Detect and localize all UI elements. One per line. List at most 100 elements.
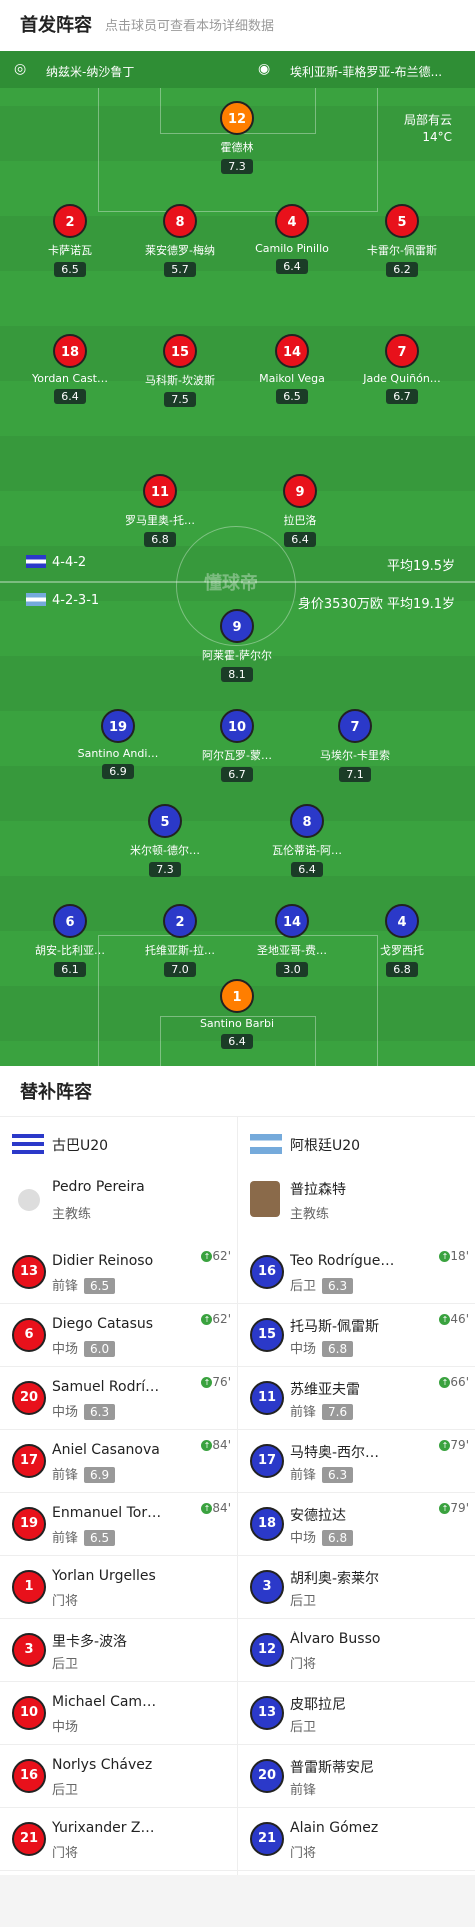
sub-player-row[interactable]: 13 Didier Reinoso 前锋 6.5 ↑ 62' [0,1241,237,1304]
home-info-bar: 4-4-2 平均19.5岁 [0,548,475,578]
position-label: 中场 [290,1342,317,1357]
player-name: 卡雷尔-佩雷斯 [367,244,437,257]
sub-player-row[interactable]: 17 Aniel Casanova 前锋 6.9 ↑ 84' [0,1430,237,1493]
player-name: Jade Quiñón… [363,372,441,385]
home-avg-age: 平均19.5岁 [387,559,455,574]
player-rating: 6.7 [386,389,418,404]
player-number: 18 [53,334,87,368]
home-player[interactable]: 7 Jade Quiñón… 6.7 [347,334,457,404]
sub-player-row[interactable]: 1 Yorlan Urgelles 门将 [0,1556,237,1619]
sub-player-row[interactable]: 19 Enmanuel Tor… 前锋 6.5 ↑ 84' [0,1493,237,1556]
home-player[interactable]: 5 卡雷尔-佩雷斯 6.2 [347,204,457,277]
sub-time: 62' [212,1312,231,1326]
away-player[interactable]: 5 米尔顿-德尔… 7.3 [110,804,220,877]
player-number: 17 [250,1444,284,1478]
away-player[interactable]: 14 圣地亚哥-费… 3.0 [237,904,347,977]
home-player[interactable]: 18 Yordan Cast… 6.4 [15,334,125,404]
subs-header: 替补阵容 [0,1066,475,1116]
away-player[interactable]: 2 托维亚斯-拉… 7.0 [125,904,235,977]
home-player[interactable]: 2 卡萨诺瓦 6.5 [15,204,125,277]
player-rating: 6.1 [54,962,86,977]
coach-bar: ◎ 纳兹米-纳沙鲁丁 ◉ 埃利亚斯-菲格罗亚-布兰德... [0,51,475,88]
player-rating: 6.8 [386,962,418,977]
home-player[interactable]: 9 拉巴洛 6.4 [245,474,355,547]
sub-time: 66' [450,1375,469,1389]
home-player[interactable]: 4 Camilo Pinillo 6.4 [237,204,347,274]
away-player[interactable]: 9 阿莱霍-萨尔尔 8.1 [182,609,292,682]
player-name: 阿莱霍-萨尔尔 [202,649,272,662]
player-number: 16 [12,1759,46,1793]
player-name: Alain Gómez [290,1820,379,1836]
sub-player-row[interactable]: 20 普雷斯蒂安尼 前锋 [238,1745,475,1808]
away-player[interactable]: 4 戈罗西托 6.8 [347,904,457,977]
player-number: 14 [275,904,309,938]
home-formation: 4-4-2 [52,555,87,570]
player-name: 普雷斯蒂安尼 [290,1760,374,1776]
player-rating: 6.8 [322,1530,354,1546]
sub-player-row[interactable]: 10 Michael Camejo 中场 [0,1682,237,1745]
sub-player-row[interactable]: 15 托马斯-佩雷斯 中场 6.8 ↑ 46' [238,1304,475,1367]
position-label: 门将 [290,1657,317,1672]
sub-in-time: ↑ 76' [201,1375,231,1389]
player-name: Michael Camejo [52,1694,162,1710]
player-name: Yordan Cast… [32,372,108,385]
player-number: 3 [12,1633,46,1667]
sub-in-time: ↑ 79' [439,1438,469,1452]
sub-player-row[interactable]: 20 Samuel Rodrí… 中场 6.3 ↑ 76' [0,1367,237,1430]
player-number: 19 [101,709,135,743]
sub-player-row[interactable]: 6 Diego Catasus 中场 6.0 ↑ 62' [0,1304,237,1367]
sub-player-row[interactable]: 17 马特奥-西尔… 前锋 6.3 ↑ 79' [238,1430,475,1493]
player-name: Diego Catasus [52,1316,154,1332]
sub-player-row[interactable]: 18 安德拉达 中场 6.8 ↑ 79' [238,1493,475,1556]
away-player[interactable]: 10 阿尔瓦罗-蒙… 6.7 [182,709,292,782]
home-player[interactable]: 15 马科斯-坎波斯 7.5 [125,334,235,407]
subs-section: 古巴U20 Pedro Pereira 主教练 13 Didier Reinoso… [0,1116,475,1876]
away-player[interactable]: 19 Santino Andi… 6.9 [63,709,173,779]
player-rating: 6.8 [322,1341,354,1357]
player-name: 阿尔瓦罗-蒙… [202,749,272,762]
sub-player-row[interactable]: 11 苏维亚夫雷 前锋 7.6 ↑ 66' [238,1367,475,1430]
player-position: 前锋 7.6 [290,1401,354,1420]
away-coach-row[interactable]: 普拉森特 主教练 [238,1167,475,1237]
sub-player-row[interactable]: 16 Norlys Chávez 后卫 [0,1745,237,1808]
stadium-icon: ◉ [258,61,271,77]
sub-player-row[interactable]: 3 胡利奥-索莱尔 后卫 [238,1556,475,1619]
player-rating: 3.0 [276,962,308,977]
position-label: 门将 [52,1594,79,1609]
home-player[interactable]: 12 霍德林 7.3 [182,101,292,174]
player-position: 后卫 6.3 [290,1275,354,1294]
away-player[interactable]: 6 胡安-比利亚… 6.1 [15,904,125,977]
player-number: 15 [163,334,197,368]
position-label: 门将 [52,1846,79,1861]
player-number: 12 [220,101,254,135]
player-number: 1 [220,979,254,1013]
footer [0,1875,475,1927]
player-rating: 6.9 [102,764,134,779]
player-name: 安德拉达 [290,1508,346,1524]
sub-player-row[interactable]: 21 Alain Gómez 门将 [238,1808,475,1871]
player-position: 中场 6.8 [290,1338,354,1357]
player-name: Samuel Rodrí… [52,1379,160,1395]
player-name: Didier Reinoso [52,1253,154,1269]
sub-player-row[interactable]: 13 皮耶拉尼 后卫 [238,1682,475,1745]
away-player[interactable]: 7 马埃尔-卡里索 7.1 [300,709,410,782]
position-label: 中场 [52,1405,79,1420]
player-number: 10 [220,709,254,743]
sub-player-row[interactable]: 21 Yurixander Za… 门将 [0,1808,237,1871]
sub-player-row[interactable]: 12 Álvaro Busso 门将 [238,1619,475,1682]
home-coach-row[interactable]: Pedro Pereira 主教练 [0,1167,237,1237]
home-player[interactable]: 11 罗马里奥-托… 6.8 [105,474,215,547]
home-player[interactable]: 8 莱安德罗-梅纳 5.7 [125,204,235,277]
pitch: ◎ 纳兹米-纳沙鲁丁 ◉ 埃利亚斯-菲格罗亚-布兰德... 懂球帝 局部有云 1… [0,51,475,1066]
position-label: 后卫 [290,1720,317,1735]
page-subtitle: 点击球员可查看本场详细数据 [105,19,275,34]
away-player[interactable]: 1 Santino Barbi 6.4 [182,979,292,1049]
away-player[interactable]: 8 瓦伦蒂诺-阿… 6.4 [252,804,362,877]
away-value: 身价3530万欧 平均19.1岁 [297,597,455,612]
player-rating: 6.5 [54,262,86,277]
sub-player-row[interactable]: 16 Teo Rodrígue… 后卫 6.3 ↑ 18' [238,1241,475,1304]
player-number: 11 [143,474,177,508]
sub-player-row[interactable]: 3 里卡多-波洛 后卫 [0,1619,237,1682]
home-player[interactable]: 14 Maikol Vega 6.5 [237,334,347,404]
sub-in-time: ↑ 18' [439,1249,469,1263]
